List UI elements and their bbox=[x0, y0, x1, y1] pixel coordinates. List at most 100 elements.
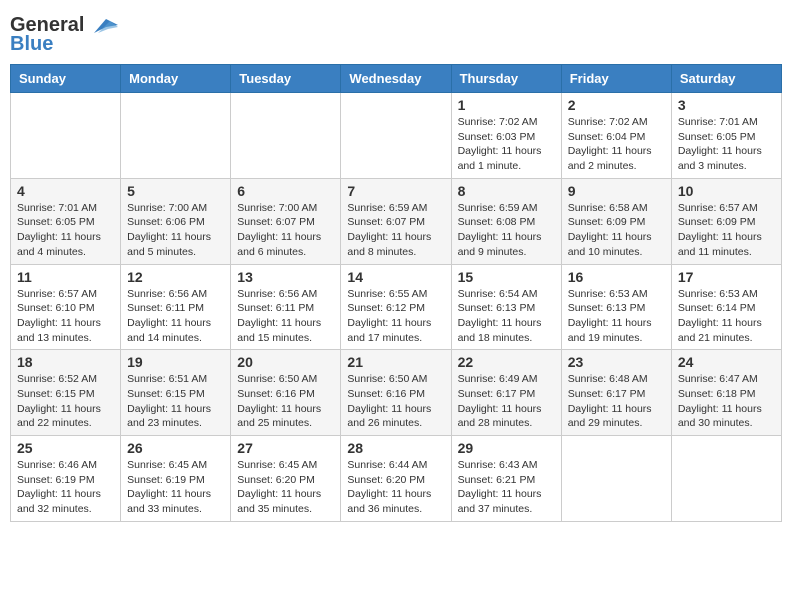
day-of-week-header: Tuesday bbox=[231, 65, 341, 93]
day-info: Sunrise: 6:57 AM Sunset: 6:09 PM Dayligh… bbox=[678, 201, 775, 260]
day-number: 8 bbox=[458, 183, 555, 199]
calendar-day-cell: 28Sunrise: 6:44 AM Sunset: 6:20 PM Dayli… bbox=[341, 436, 451, 522]
day-info: Sunrise: 7:00 AM Sunset: 6:06 PM Dayligh… bbox=[127, 201, 224, 260]
day-info: Sunrise: 7:02 AM Sunset: 6:03 PM Dayligh… bbox=[458, 115, 555, 174]
day-info: Sunrise: 6:55 AM Sunset: 6:12 PM Dayligh… bbox=[347, 287, 444, 346]
day-info: Sunrise: 6:52 AM Sunset: 6:15 PM Dayligh… bbox=[17, 372, 114, 431]
day-number: 27 bbox=[237, 440, 334, 456]
day-info: Sunrise: 6:53 AM Sunset: 6:14 PM Dayligh… bbox=[678, 287, 775, 346]
calendar-day-cell: 6 Sunrise: 7:00 AM Sunset: 6:07 PM Daylig… bbox=[231, 178, 341, 264]
day-number: 23 bbox=[568, 354, 665, 370]
calendar-header-row: SundayMondayTuesdayWednesdayThursdayFrid… bbox=[11, 65, 782, 93]
calendar-day-cell bbox=[341, 93, 451, 179]
day-of-week-header: Friday bbox=[561, 65, 671, 93]
day-number: 20 bbox=[237, 354, 334, 370]
calendar-day-cell: 9 Sunrise: 6:58 AM Sunset: 6:09 PM Daylig… bbox=[561, 178, 671, 264]
day-number: 4 bbox=[17, 183, 114, 199]
day-info: Sunrise: 6:59 AM Sunset: 6:07 PM Dayligh… bbox=[347, 201, 444, 260]
calendar-day-cell bbox=[231, 93, 341, 179]
day-info: Sunrise: 6:43 AM Sunset: 6:21 PM Dayligh… bbox=[458, 458, 555, 517]
day-of-week-header: Wednesday bbox=[341, 65, 451, 93]
day-info: Sunrise: 6:54 AM Sunset: 6:13 PM Dayligh… bbox=[458, 287, 555, 346]
day-info: Sunrise: 6:53 AM Sunset: 6:13 PM Dayligh… bbox=[568, 287, 665, 346]
day-info: Sunrise: 6:47 AM Sunset: 6:18 PM Dayligh… bbox=[678, 372, 775, 431]
day-info: Sunrise: 6:50 AM Sunset: 6:16 PM Dayligh… bbox=[347, 372, 444, 431]
calendar-day-cell: 18Sunrise: 6:52 AM Sunset: 6:15 PM Dayli… bbox=[11, 350, 121, 436]
day-info: Sunrise: 6:48 AM Sunset: 6:17 PM Dayligh… bbox=[568, 372, 665, 431]
day-number: 15 bbox=[458, 269, 555, 285]
day-info: Sunrise: 7:02 AM Sunset: 6:04 PM Dayligh… bbox=[568, 115, 665, 174]
day-number: 24 bbox=[678, 354, 775, 370]
calendar-day-cell: 24 Sunrise: 6:47 AM Sunset: 6:18 PM Dayli… bbox=[671, 350, 781, 436]
day-number: 12 bbox=[127, 269, 224, 285]
day-number: 11 bbox=[17, 269, 114, 285]
day-number: 3 bbox=[678, 97, 775, 113]
calendar-day-cell: 2 Sunrise: 7:02 AM Sunset: 6:04 PM Daylig… bbox=[561, 93, 671, 179]
calendar-day-cell: 12 Sunrise: 6:56 AM Sunset: 6:11 PM Dayli… bbox=[121, 264, 231, 350]
calendar-day-cell: 1 Sunrise: 7:02 AM Sunset: 6:03 PM Daylig… bbox=[451, 93, 561, 179]
day-number: 17 bbox=[678, 269, 775, 285]
day-number: 1 bbox=[458, 97, 555, 113]
calendar-day-cell: 4 Sunrise: 7:01 AM Sunset: 6:05 PM Daylig… bbox=[11, 178, 121, 264]
calendar-day-cell: 14 Sunrise: 6:55 AM Sunset: 6:12 PM Dayli… bbox=[341, 264, 451, 350]
day-of-week-header: Monday bbox=[121, 65, 231, 93]
day-info: Sunrise: 6:56 AM Sunset: 6:11 PM Dayligh… bbox=[127, 287, 224, 346]
logo-blue-text: Blue bbox=[10, 33, 53, 56]
calendar-day-cell: 26 Sunrise: 6:45 AM Sunset: 6:19 PM Dayli… bbox=[121, 436, 231, 522]
calendar-day-cell bbox=[561, 436, 671, 522]
calendar-week-row: 11 Sunrise: 6:57 AM Sunset: 6:10 PM Dayli… bbox=[11, 264, 782, 350]
calendar-day-cell bbox=[121, 93, 231, 179]
day-info: Sunrise: 6:56 AM Sunset: 6:11 PM Dayligh… bbox=[237, 287, 334, 346]
calendar-day-cell: 22 Sunrise: 6:49 AM Sunset: 6:17 PM Dayli… bbox=[451, 350, 561, 436]
day-number: 22 bbox=[458, 354, 555, 370]
day-number: 29 bbox=[458, 440, 555, 456]
day-number: 19 bbox=[127, 354, 224, 370]
day-info: Sunrise: 6:58 AM Sunset: 6:09 PM Dayligh… bbox=[568, 201, 665, 260]
day-number: 25 bbox=[17, 440, 114, 456]
calendar-day-cell: 15 Sunrise: 6:54 AM Sunset: 6:13 PM Dayli… bbox=[451, 264, 561, 350]
day-info: Sunrise: 6:44 AM Sunset: 6:20 PM Dayligh… bbox=[347, 458, 444, 517]
day-number: 6 bbox=[237, 183, 334, 199]
calendar-day-cell bbox=[11, 93, 121, 179]
day-number: 2 bbox=[568, 97, 665, 113]
day-number: 9 bbox=[568, 183, 665, 199]
day-info: Sunrise: 7:01 AM Sunset: 6:05 PM Dayligh… bbox=[678, 115, 775, 174]
day-number: 21 bbox=[347, 354, 444, 370]
day-of-week-header: Thursday bbox=[451, 65, 561, 93]
day-info: Sunrise: 6:59 AM Sunset: 6:08 PM Dayligh… bbox=[458, 201, 555, 260]
day-number: 26 bbox=[127, 440, 224, 456]
header: General Blue bbox=[10, 10, 782, 56]
calendar-day-cell: 8 Sunrise: 6:59 AM Sunset: 6:08 PM Daylig… bbox=[451, 178, 561, 264]
calendar-day-cell: 29 Sunrise: 6:43 AM Sunset: 6:21 PM Dayli… bbox=[451, 436, 561, 522]
calendar-day-cell: 10 Sunrise: 6:57 AM Sunset: 6:09 PM Dayli… bbox=[671, 178, 781, 264]
day-info: Sunrise: 6:45 AM Sunset: 6:19 PM Dayligh… bbox=[127, 458, 224, 517]
day-number: 13 bbox=[237, 269, 334, 285]
calendar-week-row: 18Sunrise: 6:52 AM Sunset: 6:15 PM Dayli… bbox=[11, 350, 782, 436]
day-info: Sunrise: 7:00 AM Sunset: 6:07 PM Dayligh… bbox=[237, 201, 334, 260]
calendar-day-cell: 21 Sunrise: 6:50 AM Sunset: 6:16 PM Dayli… bbox=[341, 350, 451, 436]
day-of-week-header: Sunday bbox=[11, 65, 121, 93]
calendar-day-cell: 7 Sunrise: 6:59 AM Sunset: 6:07 PM Daylig… bbox=[341, 178, 451, 264]
day-info: Sunrise: 6:51 AM Sunset: 6:15 PM Dayligh… bbox=[127, 372, 224, 431]
calendar-day-cell: 27Sunrise: 6:45 AM Sunset: 6:20 PM Dayli… bbox=[231, 436, 341, 522]
calendar-day-cell: 25 Sunrise: 6:46 AM Sunset: 6:19 PM Dayli… bbox=[11, 436, 121, 522]
calendar-day-cell: 13 Sunrise: 6:56 AM Sunset: 6:11 PM Dayli… bbox=[231, 264, 341, 350]
calendar-day-cell: 3 Sunrise: 7:01 AM Sunset: 6:05 PM Daylig… bbox=[671, 93, 781, 179]
calendar-table: SundayMondayTuesdayWednesdayThursdayFrid… bbox=[10, 64, 782, 522]
calendar-day-cell: 17 Sunrise: 6:53 AM Sunset: 6:14 PM Dayli… bbox=[671, 264, 781, 350]
calendar-day-cell: 11 Sunrise: 6:57 AM Sunset: 6:10 PM Dayli… bbox=[11, 264, 121, 350]
day-info: Sunrise: 7:01 AM Sunset: 6:05 PM Dayligh… bbox=[17, 201, 114, 260]
day-info: Sunrise: 6:46 AM Sunset: 6:19 PM Dayligh… bbox=[17, 458, 114, 517]
day-info: Sunrise: 6:57 AM Sunset: 6:10 PM Dayligh… bbox=[17, 287, 114, 346]
day-number: 7 bbox=[347, 183, 444, 199]
day-number: 5 bbox=[127, 183, 224, 199]
day-number: 16 bbox=[568, 269, 665, 285]
calendar-day-cell: 5 Sunrise: 7:00 AM Sunset: 6:06 PM Daylig… bbox=[121, 178, 231, 264]
day-info: Sunrise: 6:50 AM Sunset: 6:16 PM Dayligh… bbox=[237, 372, 334, 431]
day-number: 14 bbox=[347, 269, 444, 285]
day-info: Sunrise: 6:49 AM Sunset: 6:17 PM Dayligh… bbox=[458, 372, 555, 431]
day-of-week-header: Saturday bbox=[671, 65, 781, 93]
day-number: 10 bbox=[678, 183, 775, 199]
calendar-day-cell: 23 Sunrise: 6:48 AM Sunset: 6:17 PM Dayli… bbox=[561, 350, 671, 436]
calendar-day-cell: 19 Sunrise: 6:51 AM Sunset: 6:15 PM Dayli… bbox=[121, 350, 231, 436]
